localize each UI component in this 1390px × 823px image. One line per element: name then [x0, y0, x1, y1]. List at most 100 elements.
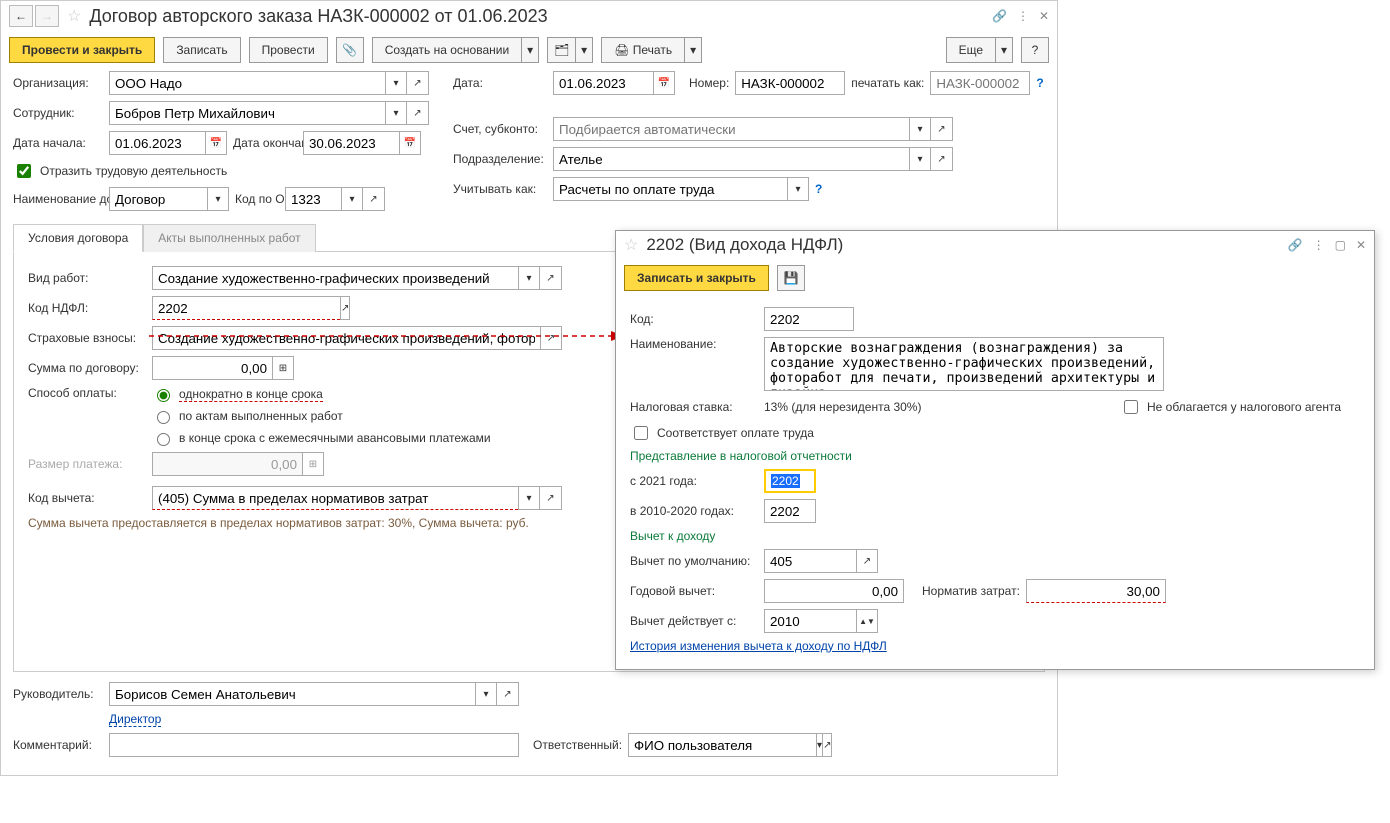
open-icon[interactable]: ↗ [540, 486, 562, 510]
matches-pay-checkbox[interactable] [634, 426, 648, 440]
open-icon[interactable]: ↗ [856, 549, 878, 573]
dropdown-icon[interactable]: ▾ [385, 101, 407, 125]
name-textarea[interactable] [764, 337, 1164, 391]
norm-input[interactable] [1026, 579, 1166, 603]
manager-label: Руководитель: [13, 687, 103, 701]
dropdown-icon[interactable]: ▾ [787, 177, 809, 201]
insurance-input[interactable] [152, 326, 540, 350]
employee-input[interactable] [109, 101, 385, 125]
open-icon[interactable]: ↗ [823, 733, 832, 757]
name-label: Наименование: [630, 337, 758, 351]
dropdown-icon[interactable]: ▾ [207, 187, 229, 211]
end-date-input[interactable] [303, 131, 399, 155]
dropdown-icon[interactable]: ▾ [909, 147, 931, 171]
ndfl-code-input[interactable] [152, 296, 340, 320]
code-input[interactable] [764, 307, 854, 331]
dept-input[interactable] [553, 147, 909, 171]
org-input[interactable] [109, 71, 385, 95]
employee-label: Сотрудник: [13, 106, 103, 120]
number-input[interactable] [735, 71, 845, 95]
since2021-input[interactable]: 2202 [764, 469, 816, 493]
dropdown-icon[interactable]: ▾ [909, 117, 931, 141]
history-link[interactable]: История изменения вычета к доходу по НДФ… [630, 639, 887, 653]
save-close-button[interactable]: Записать и закрыть [624, 265, 769, 291]
work-type-input[interactable] [152, 266, 518, 290]
rate-value: 13% (для нерезидента 30%) [764, 400, 1114, 414]
pay-opt-acts[interactable]: по актам выполненных работ [152, 408, 491, 424]
print-as-input[interactable] [930, 71, 1030, 95]
dropdown-icon[interactable]: ▾ [475, 682, 497, 706]
more-button[interactable]: Еще [946, 37, 995, 63]
deduction-code-input[interactable] [152, 486, 518, 510]
dropdown-icon[interactable]: ▾ [341, 187, 363, 211]
account-input[interactable] [553, 117, 909, 141]
pay-opt-once[interactable]: однократно в конце срока [152, 386, 491, 402]
default-ded-input[interactable] [764, 549, 856, 573]
register-icon[interactable]: 🗂 [547, 37, 575, 63]
deduction-hint: Сумма вычета предоставляется в пределах … [28, 516, 529, 530]
register-dropdown[interactable]: ▾ [575, 37, 593, 63]
calendar-icon[interactable]: 📅 [653, 71, 675, 95]
not-taxed-checkbox[interactable] [1124, 400, 1138, 414]
nav-forward-button[interactable]: → [35, 5, 59, 27]
nav-back-button[interactable]: ← [9, 5, 33, 27]
save-icon[interactable]: 💾 [777, 265, 805, 291]
tab-contract-terms[interactable]: Условия договора [13, 224, 143, 252]
link-icon[interactable]: 🔗 [1288, 238, 1303, 252]
reflect-checkbox[interactable] [17, 164, 31, 178]
help-button[interactable]: ? [1021, 37, 1049, 63]
open-icon[interactable]: ↗ [407, 71, 429, 95]
calendar-icon[interactable]: 📅 [205, 131, 227, 155]
kebab-icon[interactable]: ⋮ [1313, 238, 1325, 252]
open-icon[interactable]: ↗ [340, 296, 350, 320]
post-and-close-button[interactable]: Провести и закрыть [9, 37, 155, 63]
dropdown-icon[interactable]: ▾ [518, 486, 540, 510]
spinner-icon[interactable]: ▲▼ [856, 609, 878, 633]
create-based-dropdown[interactable]: ▾ [521, 37, 539, 63]
calendar-icon[interactable]: 📅 [399, 131, 421, 155]
post-button[interactable]: Провести [249, 37, 328, 63]
comment-input[interactable] [109, 733, 519, 757]
link-icon[interactable]: 🔗 [992, 9, 1007, 23]
attach-icon[interactable]: 📎 [336, 37, 364, 63]
okz-input[interactable] [285, 187, 341, 211]
dropdown-icon[interactable]: ▾ [385, 71, 407, 95]
save-button[interactable]: Записать [163, 37, 240, 63]
doc-name-input[interactable] [109, 187, 207, 211]
start-date-input[interactable] [109, 131, 205, 155]
position-link[interactable]: Директор [109, 712, 161, 727]
open-icon[interactable]: ↗ [497, 682, 519, 706]
close-icon[interactable]: ✕ [1356, 238, 1366, 252]
kebab-icon[interactable]: ⋮ [1017, 9, 1029, 23]
print-dropdown[interactable]: ▾ [684, 37, 702, 63]
dropdown-icon[interactable]: ▾ [816, 733, 823, 757]
calc-icon[interactable]: ⊞ [272, 356, 294, 380]
manager-input[interactable] [109, 682, 475, 706]
open-icon[interactable]: ↗ [931, 117, 953, 141]
maximize-icon[interactable]: ▢ [1335, 238, 1346, 252]
open-icon[interactable]: ↗ [407, 101, 429, 125]
valid-from-input[interactable] [764, 609, 856, 633]
favorite-icon[interactable]: ☆ [67, 6, 81, 26]
code-label: Код: [630, 312, 758, 326]
in2010-2020-input[interactable] [764, 499, 816, 523]
help-icon[interactable]: ? [815, 182, 822, 196]
open-icon[interactable]: ↗ [363, 187, 385, 211]
open-icon[interactable]: ↗ [540, 326, 562, 350]
sum-input[interactable] [152, 356, 272, 380]
dropdown-icon[interactable]: ▾ [518, 266, 540, 290]
favorite-icon[interactable]: ☆ [624, 235, 638, 255]
tab-acts[interactable]: Акты выполненных работ [143, 224, 315, 252]
pay-opt-advance[interactable]: в конце срока с ежемесячными авансовыми … [152, 430, 491, 446]
responsible-input[interactable] [628, 733, 816, 757]
close-icon[interactable]: ✕ [1039, 9, 1049, 23]
open-icon[interactable]: ↗ [931, 147, 953, 171]
treat-as-input[interactable] [553, 177, 787, 201]
help-icon[interactable]: ? [1036, 76, 1043, 90]
more-dropdown[interactable]: ▾ [995, 37, 1013, 63]
annual-ded-input[interactable] [764, 579, 904, 603]
create-based-button[interactable]: Создать на основании [372, 37, 522, 63]
open-icon[interactable]: ↗ [540, 266, 562, 290]
print-button[interactable]: 🖨 Печать [601, 37, 684, 63]
date-input[interactable] [553, 71, 653, 95]
